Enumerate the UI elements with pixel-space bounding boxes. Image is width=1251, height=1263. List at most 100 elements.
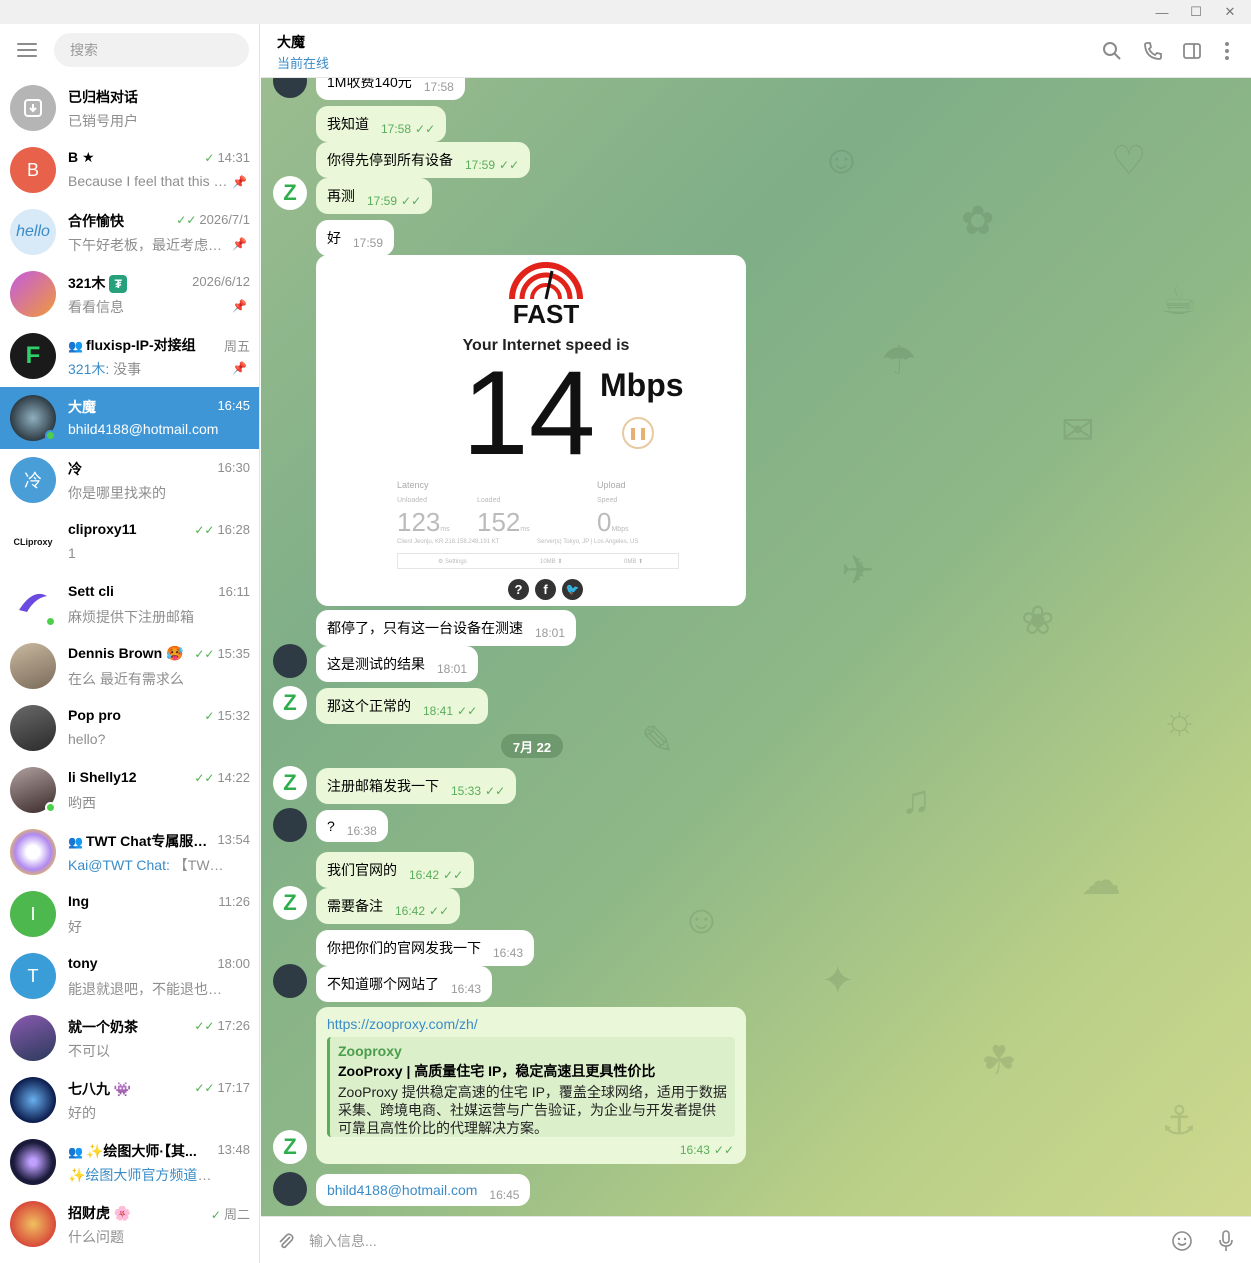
avatar <box>10 1077 56 1123</box>
sender-avatar[interactable]: Z <box>273 886 307 920</box>
chat-preview: 哟西 <box>68 795 96 811</box>
sender-avatar[interactable]: Z <box>273 176 307 210</box>
attach-icon[interactable] <box>273 1228 299 1254</box>
doodle-pattern: ✦ <box>821 959 855 1003</box>
sender-avatar[interactable]: Z <box>273 1130 307 1164</box>
chat-item-hezuo[interactable]: hello 合作愉快 ✓✓ 2026/7/1 下午好老板，最近考虑接... 📌 <box>0 201 259 263</box>
facebook-icon[interactable]: f <box>535 579 556 600</box>
search-icon[interactable] <box>1099 38 1125 64</box>
chat-item-zhaocaihu[interactable]: 招财虎 🌸 ✓ 周二 什么问题 <box>0 1193 259 1255</box>
message-time: 16:43 ✓✓ <box>679 1143 734 1157</box>
chat-item-sett-cli[interactable]: Sett cli 16:11 麻烦提供下注册邮箱 <box>0 573 259 635</box>
read-check-icon: ✓✓ <box>457 704 478 718</box>
pin-icon: 📌 <box>232 299 247 313</box>
read-check-icon: ✓✓ <box>401 194 422 208</box>
help-icon[interactable]: ? <box>508 579 529 600</box>
pause-icon[interactable]: ❚❚ <box>622 417 654 449</box>
chat-time: ✓✓ 15:35 <box>194 646 250 661</box>
chat-item-twt-chat[interactable]: 👥 TWT Chat专属服务... 13:54 Kai@TWT Chat: 【TW… <box>0 821 259 883</box>
doodle-pattern: ☂ <box>881 339 917 383</box>
chat-item-cliproxy11[interactable]: CLiproxy cliproxy11 ✓✓ 16:28 1 <box>0 511 259 573</box>
sender-avatar[interactable] <box>273 964 307 998</box>
doodle-pattern: ♡ <box>1111 139 1147 183</box>
sender-avatar[interactable]: Z <box>273 686 307 720</box>
chat-time: 16:45 <box>217 398 250 413</box>
read-check-icon: ✓✓ <box>443 868 464 882</box>
latency-loaded-value: 152ms <box>477 507 530 537</box>
chat-item-huitu-dashi[interactable]: 👥✨绘图大师·【其... 13:48 ✨绘图大师官方频道✨P图... <box>0 1131 259 1193</box>
chat-time: 16:30 <box>217 460 250 475</box>
chat-item-qibajiu[interactable]: 七八九 👾 ✓✓ 17:17 好的 <box>0 1069 259 1131</box>
chat-item-tony[interactable]: T tony 18:00 能退就退吧，不能退也就算了... <box>0 945 259 1007</box>
message-bubble: 我知道 17:58 ✓✓ <box>316 106 447 142</box>
chat-item-fluxisp[interactable]: F 👥 fluxisp-IP-对接组 周五 321木: 没事 📌 <box>0 325 259 387</box>
chat-item-leng[interactable]: 冷 冷 16:30 你是哪里找来的 <box>0 449 259 511</box>
message-input[interactable] <box>309 1227 1149 1255</box>
twitter-icon[interactable]: 🐦 <box>562 579 583 600</box>
online-indicator <box>45 802 56 813</box>
chat-time: ✓ 14:31 <box>204 150 250 165</box>
chat-time: 18:00 <box>217 956 250 971</box>
chat-item-naicha[interactable]: 就一个奶茶 ✓✓ 17:26 不可以 <box>0 1007 259 1069</box>
chat-preview: bhild4188@hotmail.com <box>68 421 219 437</box>
link-preview-card[interactable]: Zooproxy ZooProxy | 高质量住宅 IP，稳定高速且更具性价比 … <box>327 1037 735 1137</box>
chat-preview: 在么 最近有需求么 <box>68 671 184 687</box>
microphone-icon[interactable] <box>1213 1228 1239 1254</box>
phone-icon[interactable] <box>1140 38 1166 64</box>
doodle-pattern: ⚓ <box>1161 1099 1197 1143</box>
chat-title[interactable]: 大魔 <box>277 32 305 52</box>
chat-item-archived[interactable]: 已归档对话 已销号用户 <box>0 77 259 139</box>
chat-preview: 321木: 没事 <box>68 361 142 377</box>
speedtest-image[interactable]: FAST Your Internet speed is 14 Mbps ❚❚ L… <box>316 255 746 606</box>
message-bubble: 1M收费140元 17:58 <box>316 78 465 100</box>
sender-avatar[interactable] <box>273 644 307 678</box>
avatar <box>10 643 56 689</box>
doodle-pattern: ☕ <box>1161 279 1197 323</box>
avatar <box>10 1015 56 1061</box>
sender-avatar[interactable] <box>273 78 307 98</box>
chat-time: ✓✓ 14:22 <box>194 770 250 785</box>
message-area[interactable]: ☺ ✿ ♡ ☂ ✉ ☕ ✈ ❀ ☼ ♫ ☁ ✦ ☘ ⚓ ✎ ☺ 1M收费140元… <box>261 78 1251 1216</box>
chat-item-ing[interactable]: I Ing 11:26 好 <box>0 883 259 945</box>
chat-name: Sett cli <box>68 583 114 599</box>
archive-icon <box>10 85 56 131</box>
read-check-icon: ✓✓ <box>713 1143 734 1157</box>
window-title-bar: — ☐ ✕ <box>0 0 1251 24</box>
avatar <box>10 1139 56 1185</box>
avatar: B <box>10 147 56 193</box>
chat-item-321mu[interactable]: 321木 ₮ 2026/6/12 看看信息 📌 <box>0 263 259 325</box>
doodle-pattern: ✈ <box>841 549 875 593</box>
read-check-icon: ✓✓ <box>194 523 215 537</box>
online-indicator <box>45 430 56 441</box>
sender-avatar[interactable] <box>273 808 307 842</box>
group-icon: 👥 <box>68 1145 83 1159</box>
chat-item-pop-pro[interactable]: Pop pro ✓ 15:32 hello? <box>0 697 259 759</box>
chat-item-b[interactable]: B B ★ ✓ 14:31 Because I feel that this is… <box>0 139 259 201</box>
mb2-label: 0MB ⬆ <box>624 559 644 565</box>
chat-preview: 下午好老板，最近考虑接... <box>68 237 228 253</box>
avatar <box>10 271 56 317</box>
message-bubble: 不知道哪个网站了 16:43 <box>316 966 493 1002</box>
sidebar-toggle-icon[interactable] <box>1179 38 1205 64</box>
sender-avatar[interactable]: Z <box>273 766 307 800</box>
search-input[interactable] <box>54 33 249 67</box>
more-options-icon[interactable] <box>1214 38 1240 64</box>
latency-unloaded-value: 123ms <box>397 507 450 537</box>
close-button[interactable]: ✕ <box>1210 0 1250 24</box>
message-bubble: 都停了，只有这一台设备在测速 18:01 <box>316 610 577 646</box>
unloaded-label: Unloaded <box>397 497 427 504</box>
chat-name: 👥 TWT Chat专属服务... <box>68 833 218 849</box>
chat-preview: 1 <box>68 545 76 561</box>
emoji-icon[interactable] <box>1169 1228 1195 1254</box>
avatar <box>10 829 56 875</box>
read-check-icon: ✓✓ <box>194 771 215 785</box>
chat-item-damo[interactable]: 大魔 16:45 bhild4188@hotmail.com <box>0 387 259 449</box>
email-link[interactable]: bhild4188@hotmail.com <box>327 1182 477 1198</box>
chat-name: 招财虎 🌸 <box>68 1205 132 1221</box>
menu-icon[interactable] <box>17 43 37 57</box>
chat-item-dennis-brown[interactable]: Dennis Brown 🥵 ✓✓ 15:35 在么 最近有需求么 <box>0 635 259 697</box>
preview-title: ZooProxy | 高质量住宅 IP，稳定高速且更具性价比 <box>338 1063 656 1079</box>
chat-item-li-shelly12[interactable]: li Shelly12 ✓✓ 14:22 哟西 <box>0 759 259 821</box>
link-url[interactable]: https://zooproxy.com/zh/ <box>327 1016 478 1032</box>
sender-avatar[interactable] <box>273 1172 307 1206</box>
